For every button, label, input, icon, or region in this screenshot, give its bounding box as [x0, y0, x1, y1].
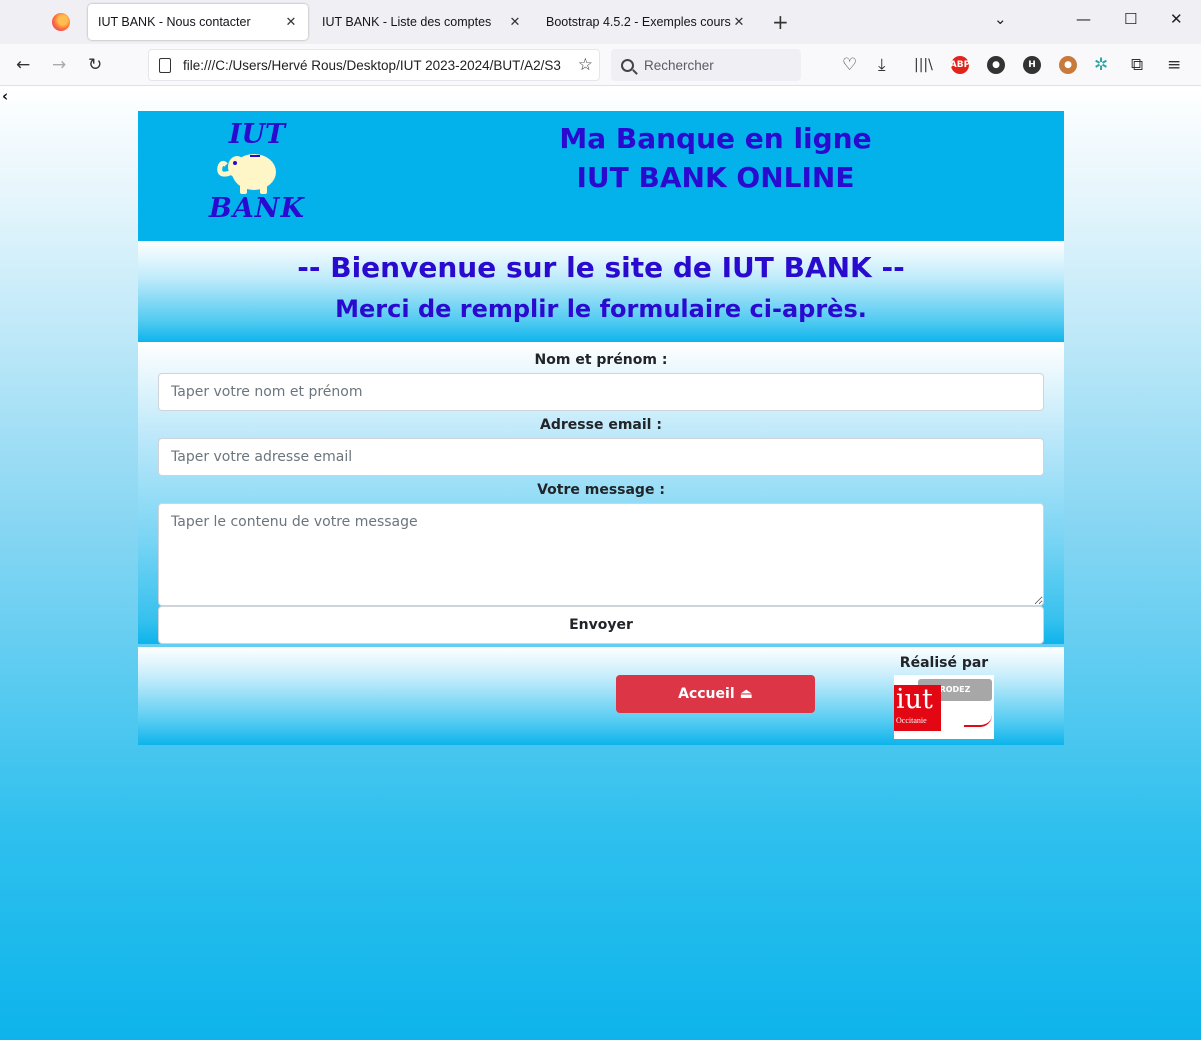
- minimize-icon[interactable]: —: [1076, 10, 1091, 28]
- tab-label: IUT BANK - Liste des comptes: [322, 15, 492, 29]
- bookmark-star-icon[interactable]: ☆: [571, 55, 599, 75]
- home-button-label: Accueil: [678, 686, 735, 702]
- tab-label: Bootstrap 4.5.2 - Exemples cours: [546, 15, 731, 29]
- welcome-banner: -- Bienvenue sur le site de IUT BANK -- …: [138, 241, 1064, 342]
- site-footer: Accueil ⏏ Réalisé par RODEZ iut Occitani…: [138, 647, 1064, 745]
- download-icon[interactable]: ⤓: [878, 55, 886, 75]
- page-viewport: ‹ IUT BANK Ma Banque en ligne IUT BANK O…: [0, 87, 1201, 1040]
- cookie-extension-icon[interactable]: ●: [1059, 56, 1077, 74]
- occitanie-word: Occitanie: [896, 716, 927, 725]
- page-icon: [159, 57, 171, 73]
- site-header: IUT BANK Ma Banque en ligne IUT BANK ONL…: [138, 111, 1064, 241]
- browser-tab-strip: IUT BANK - Nous contacter ✕ IUT BANK - L…: [0, 0, 1201, 44]
- email-label: Adresse email :: [540, 417, 662, 433]
- email-input[interactable]: [158, 438, 1044, 476]
- browser-nav-bar: ← → ↻ file:///C:/Users/Hervé Rous/Deskto…: [0, 44, 1201, 86]
- welcome-subheading: Merci de remplir le formulaire ci-après.: [335, 295, 867, 323]
- url-text[interactable]: file:///C:/Users/Hervé Rous/Desktop/IUT …: [183, 58, 572, 73]
- iut-bank-logo[interactable]: IUT BANK: [198, 119, 316, 227]
- iut-red-block: iut Occitanie: [894, 685, 941, 731]
- url-bar[interactable]: file:///C:/Users/Hervé Rous/Desktop/IUT …: [148, 49, 600, 81]
- eject-icon: ⏏: [739, 686, 753, 702]
- collapse-chevron-icon[interactable]: ‹: [2, 87, 8, 105]
- pocket-icon[interactable]: ♡: [842, 55, 857, 75]
- message-label: Votre message :: [537, 482, 665, 498]
- maximize-icon[interactable]: ☐: [1124, 10, 1137, 28]
- firefox-logo-icon[interactable]: [52, 13, 70, 31]
- logo-top-text: IUT: [228, 119, 286, 150]
- site-title: Ma Banque en ligne IUT BANK ONLINE: [468, 119, 963, 197]
- search-bar[interactable]: Rechercher: [611, 49, 801, 81]
- menu-hamburger-icon[interactable]: ≡: [1167, 55, 1181, 75]
- welcome-heading: -- Bienvenue sur le site de IUT BANK --: [297, 251, 905, 284]
- site-title-line2: IUT BANK ONLINE: [576, 161, 855, 194]
- tab-list-chevron-icon[interactable]: ⌄: [994, 10, 1007, 28]
- tab-label: IUT BANK - Nous contacter: [98, 15, 251, 29]
- new-tab-icon[interactable]: +: [772, 10, 789, 34]
- iut-occitanie-logo[interactable]: RODEZ iut Occitanie: [894, 675, 994, 739]
- back-arrow-icon[interactable]: ←: [16, 55, 30, 75]
- iut-word: iut: [896, 684, 933, 715]
- page-container: IUT BANK Ma Banque en ligne IUT BANK ONL…: [138, 111, 1064, 745]
- close-tab-icon[interactable]: ✕: [732, 14, 746, 30]
- logo-curve-decoration: [964, 715, 992, 727]
- logo-bottom-text: BANK: [209, 193, 305, 224]
- name-label: Nom et prénom :: [534, 352, 668, 368]
- tab-liste-des-comptes[interactable]: IUT BANK - Liste des comptes ✕: [312, 4, 532, 40]
- extension-dots-icon[interactable]: ●: [987, 56, 1005, 74]
- piggy-elephant-icon: [217, 154, 276, 194]
- library-icon[interactable]: |||\: [914, 55, 933, 75]
- search-icon: [621, 58, 634, 72]
- send-button[interactable]: Envoyer: [158, 606, 1044, 644]
- site-title-line1: Ma Banque en ligne: [559, 122, 872, 155]
- contact-form: Nom et prénom : Adresse email : Votre me…: [138, 342, 1064, 644]
- puzzle-extension-icon[interactable]: ✲: [1094, 55, 1108, 75]
- reload-icon[interactable]: ↻: [88, 55, 102, 75]
- close-tab-icon[interactable]: ✕: [284, 14, 298, 30]
- tab-nous-contacter[interactable]: IUT BANK - Nous contacter ✕: [88, 4, 308, 40]
- extensions-icon[interactable]: ⧉: [1131, 55, 1143, 75]
- made-by-label: Réalisé par: [899, 655, 989, 671]
- home-button[interactable]: Accueil ⏏: [616, 675, 815, 713]
- close-window-icon[interactable]: ✕: [1170, 10, 1183, 28]
- close-tab-icon[interactable]: ✕: [508, 14, 522, 30]
- h-extension-icon[interactable]: H: [1023, 56, 1041, 74]
- search-placeholder: Rechercher: [644, 57, 714, 73]
- name-input[interactable]: [158, 373, 1044, 411]
- message-textarea[interactable]: [158, 503, 1044, 606]
- tab-bootstrap-exemples[interactable]: Bootstrap 4.5.2 - Exemples cours ✕: [536, 4, 756, 40]
- adblock-extension-icon[interactable]: ABP: [950, 56, 970, 74]
- forward-arrow-icon[interactable]: →: [52, 55, 66, 75]
